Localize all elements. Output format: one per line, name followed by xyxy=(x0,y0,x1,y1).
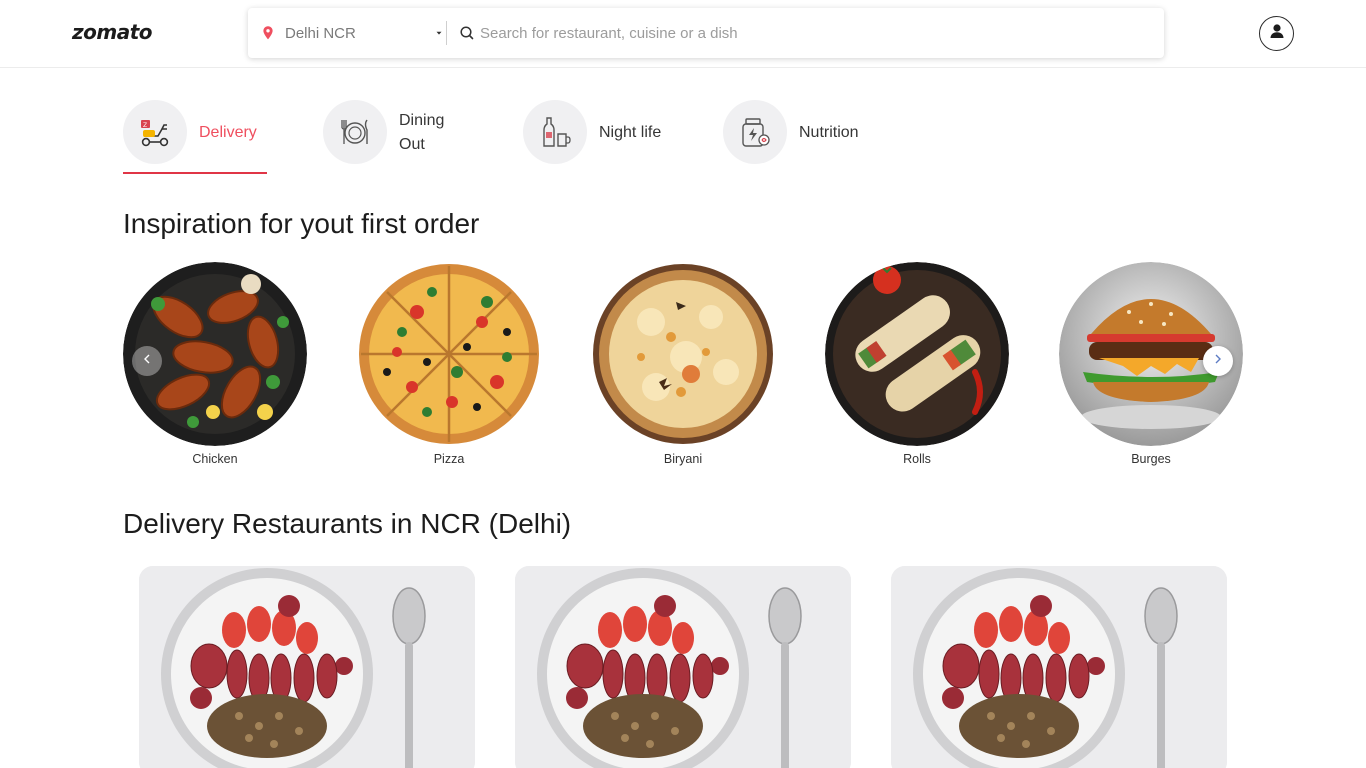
fruit-bowl-image xyxy=(139,566,475,768)
tab-dining-out[interactable]: Dining Out xyxy=(323,100,469,174)
fruit-bowl-image xyxy=(891,566,1227,768)
food-label-rolls: Rolls xyxy=(903,452,931,466)
carousel-prev-button[interactable] xyxy=(132,346,162,376)
food-label-burger: Burges xyxy=(1131,452,1171,466)
location-text: Delhi NCR xyxy=(285,24,356,42)
zomato-logo[interactable]: zomato xyxy=(72,20,153,44)
user-icon xyxy=(1268,22,1286,45)
caret-down-icon xyxy=(434,28,444,38)
search-icon xyxy=(459,25,475,41)
fruit-bowl-image xyxy=(515,566,851,768)
food-item-rolls[interactable]: Rolls xyxy=(825,262,1009,466)
supplement-jar-icon xyxy=(723,100,787,164)
biryani-image xyxy=(591,262,775,446)
tab-label-delivery: Delivery xyxy=(199,124,257,141)
tab-label-night-life: Night life xyxy=(599,124,662,141)
location-pin-icon xyxy=(260,25,276,41)
chevron-right-icon xyxy=(1212,352,1224,370)
pizza-image xyxy=(357,262,541,446)
restaurant-card[interactable] xyxy=(139,566,475,768)
food-item-biryani[interactable]: Biryani xyxy=(591,262,775,466)
food-item-pizza[interactable]: Pizza xyxy=(357,262,541,466)
restaurant-card[interactable] xyxy=(515,566,851,768)
chevron-left-icon xyxy=(141,352,153,370)
restaurants-heading: Delivery Restaurants in NCR (Delhi) xyxy=(123,508,572,539)
tab-night-life[interactable]: Night life xyxy=(523,100,661,174)
tab-label-nutrition: Nutrition xyxy=(799,124,859,141)
user-profile-button[interactable] xyxy=(1259,16,1294,51)
tab-label-dining-out: Dining Out xyxy=(399,112,445,153)
search-divider xyxy=(446,21,447,45)
restaurant-card[interactable] xyxy=(891,566,1227,768)
search-input[interactable] xyxy=(480,20,1140,46)
carousel-next-button[interactable] xyxy=(1203,346,1233,376)
inspiration-heading: Inspiration for yout first order xyxy=(123,208,480,239)
location-selector[interactable]: Delhi NCR xyxy=(260,8,446,58)
dining-plate-icon xyxy=(323,100,387,164)
tab-nutrition[interactable]: Nutrition xyxy=(723,100,859,174)
top-header: zomato Delhi NCR xyxy=(0,0,1366,68)
scooter-icon: Z xyxy=(123,100,187,164)
food-label-pizza: Pizza xyxy=(433,452,465,466)
food-label-biryani: Biryani xyxy=(663,452,703,466)
tab-delivery[interactable]: Z Delivery xyxy=(123,100,257,174)
svg-text:Z: Z xyxy=(143,122,147,129)
bottle-glass-icon xyxy=(523,100,587,164)
active-tab-underline xyxy=(123,172,267,174)
food-label-chicken: Chicken xyxy=(192,452,238,466)
search-bar: Delhi NCR xyxy=(248,8,1164,58)
rolls-image xyxy=(825,262,1009,446)
